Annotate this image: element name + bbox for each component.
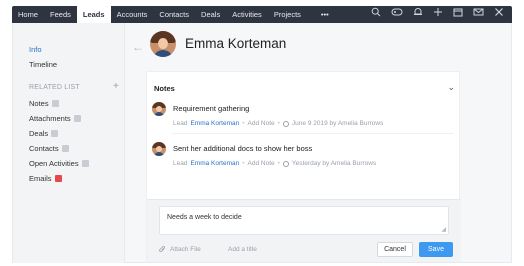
sidebar-item-info[interactable]: Info (29, 45, 42, 54)
nav-feeds[interactable]: Feeds (44, 6, 77, 23)
count-badge (51, 100, 59, 107)
sidebar-item-open-activities[interactable]: Open Activities (29, 159, 89, 168)
separator: • (242, 120, 245, 127)
cancel-button[interactable]: Cancel (377, 242, 413, 257)
note-meta: Lead Emma Korteman • Add Note • June 9 2… (173, 120, 383, 127)
clock-icon (282, 120, 289, 127)
nav-home[interactable]: Home (12, 6, 44, 23)
avatar (150, 31, 176, 57)
note-text: Sent her additional docs to show her bos… (173, 144, 313, 153)
add-related-list-button[interactable]: + (113, 81, 119, 92)
related-list-heading: RELATED LIST (29, 84, 80, 91)
related-item-label: Open Activities (29, 159, 79, 168)
note-textarea[interactable]: Needs a week to decide ◢ (159, 206, 449, 235)
nav-more-button[interactable]: ••• (307, 6, 335, 23)
paperclip-icon (159, 246, 165, 252)
avatar (152, 142, 166, 156)
sidebar: Info Timeline RELATED LIST + Notes Attac… (13, 23, 125, 263)
sidebar-item-timeline[interactable]: Timeline (29, 60, 57, 69)
nav-projects[interactable]: Projects (268, 6, 307, 23)
record-link[interactable]: Emma Korteman (190, 120, 239, 127)
nav-contacts[interactable]: Contacts (153, 6, 195, 23)
note-timestamp: Yesterday by Amelia Burrows (291, 160, 377, 167)
mail-icon[interactable] (473, 6, 484, 23)
count-badge (51, 130, 59, 137)
record-type-label: Lead (173, 160, 188, 167)
count-badge (61, 145, 69, 152)
note-textarea-value: Needs a week to decide (167, 214, 242, 221)
count-badge (73, 115, 81, 122)
save-button[interactable]: Save (419, 242, 453, 257)
notes-section: Notes ⌄ Requirement gathering Lead Emma … (146, 71, 461, 262)
record-detail-frame: Info Timeline RELATED LIST + Notes Attac… (12, 23, 512, 263)
nav-icon-group (371, 6, 512, 23)
separator: • (277, 160, 280, 167)
related-item-label: Emails (29, 174, 52, 183)
attach-file-button[interactable]: Attach File (159, 246, 201, 253)
nav-accounts[interactable]: Accounts (111, 6, 154, 23)
avatar (152, 102, 166, 116)
add-note-link[interactable]: Add Note (248, 160, 275, 167)
gamepad-icon[interactable] (391, 6, 403, 23)
separator: • (277, 120, 280, 127)
nav-leads[interactable]: Leads (76, 6, 111, 23)
sidebar-item-contacts[interactable]: Contacts (29, 144, 69, 153)
count-badge (54, 175, 62, 182)
nav-deals[interactable]: Deals (195, 6, 226, 23)
attach-file-label: Attach File (170, 246, 201, 253)
calendar-icon[interactable] (453, 6, 463, 23)
related-item-label: Notes (29, 99, 49, 108)
plus-icon[interactable] (433, 6, 443, 23)
divider (172, 133, 454, 134)
count-badge (81, 160, 89, 167)
section-title: Notes (154, 84, 175, 93)
add-title-link[interactable]: Add a title (228, 246, 257, 253)
top-navigation-bar: Home Feeds Leads Accounts Contacts Deals… (12, 6, 512, 23)
add-note-link[interactable]: Add Note (248, 120, 275, 127)
note-text: Requirement gathering (173, 104, 250, 113)
separator: • (242, 160, 245, 167)
search-icon[interactable] (371, 6, 381, 23)
note-composer: Needs a week to decide ◢ Attach File Add… (147, 199, 461, 262)
sidebar-item-attachments[interactable]: Attachments (29, 114, 81, 123)
sidebar-item-notes[interactable]: Notes (29, 99, 59, 108)
tools-icon[interactable] (494, 6, 504, 23)
note-timestamp: June 9 2019 by Amelia Burrows (291, 120, 384, 127)
note-meta: Lead Emma Korteman • Add Note • Yesterda… (173, 160, 376, 167)
page-title: Emma Korteman (185, 36, 287, 51)
sidebar-item-emails[interactable]: Emails (29, 174, 62, 183)
record-type-label: Lead (173, 120, 188, 127)
related-item-label: Deals (29, 129, 49, 138)
clock-icon (282, 160, 289, 167)
related-item-label: Attachments (29, 114, 71, 123)
related-item-label: Contacts (29, 144, 59, 153)
bell-icon[interactable] (413, 6, 423, 23)
record-link[interactable]: Emma Korteman (190, 160, 239, 167)
nav-activities[interactable]: Activities (226, 6, 268, 23)
chevron-down-icon[interactable]: ⌄ (447, 82, 455, 93)
resize-handle-icon[interactable]: ◢ (441, 226, 446, 233)
back-arrow-icon[interactable]: ← (132, 40, 144, 54)
sidebar-item-deals[interactable]: Deals (29, 129, 59, 138)
